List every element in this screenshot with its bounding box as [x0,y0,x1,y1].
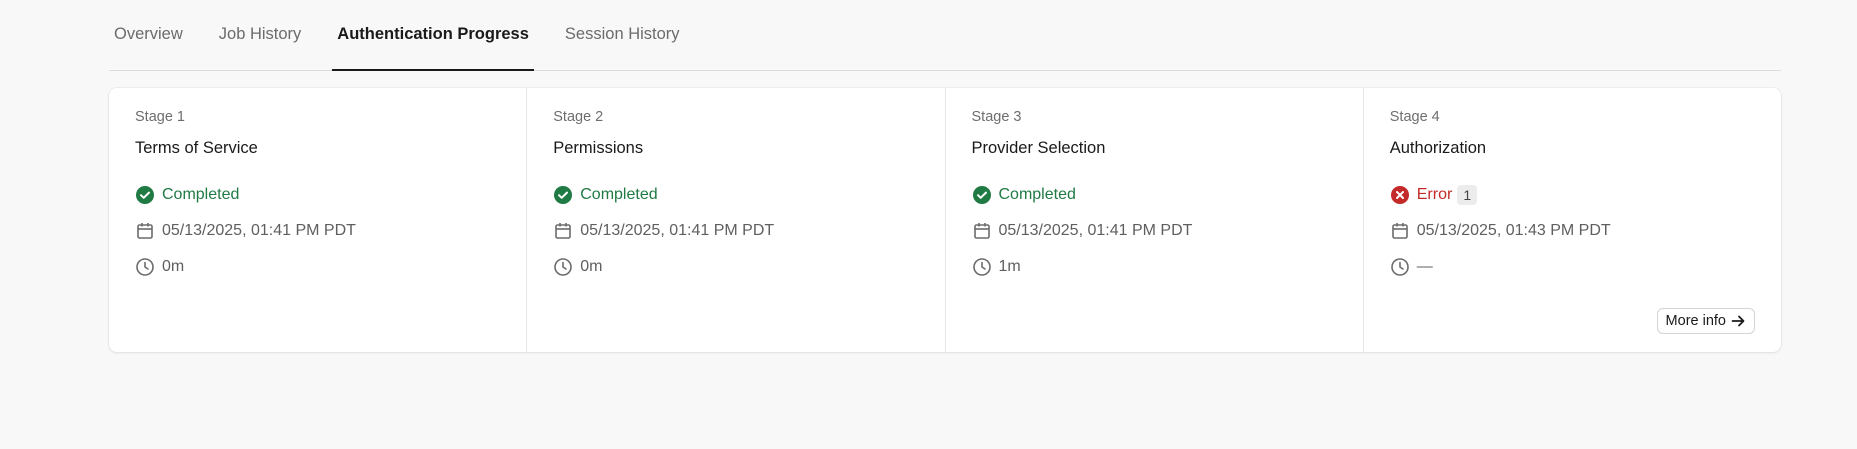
error-count-badge: 1 [1457,185,1478,205]
timestamp-text: 05/13/2025, 01:41 PM PDT [580,222,775,239]
timestamp-text: 05/13/2025, 01:41 PM PDT [998,222,1193,239]
stage-title: Terms of Service [135,139,258,157]
check-circle-icon [553,185,573,205]
calendar-icon [553,221,573,241]
stage-status: Completed [972,184,1337,206]
calendar-icon [972,221,992,241]
check-circle-icon [135,185,155,205]
stage-title: Provider Selection [971,139,1106,157]
duration-text: 0m [162,258,185,275]
stage-card: Stage 1 Terms of Service Completed 05/13… [109,88,528,352]
duration-text: 1m [998,258,1021,275]
stage-card: Stage 2 Permissions Completed 05/13/2025… [527,88,946,352]
duration-text: 0m [580,258,603,275]
status-text: Error [1416,186,1453,203]
clock-icon [553,257,573,277]
stage-status: Error 1 [1390,184,1755,206]
calendar-icon [1390,221,1410,241]
timestamp-text: 05/13/2025, 01:43 PM PDT [1416,222,1611,239]
calendar-icon [135,221,155,241]
stage-status: Completed [135,184,500,206]
more-info-button[interactable]: More info [1656,308,1755,334]
check-circle-icon [972,185,992,205]
status-text: Completed [998,186,1076,203]
tab-job-history[interactable]: Job History [214,0,307,70]
stage-timestamp: 05/13/2025, 01:41 PM PDT [135,220,500,242]
tab-authentication-progress[interactable]: Authentication Progress [332,0,534,71]
stage-timestamp: 05/13/2025, 01:43 PM PDT [1390,220,1755,242]
clock-icon [972,257,992,277]
stage-duration: 0m [553,256,918,278]
clock-icon [135,257,155,277]
stage-timestamp: 05/13/2025, 01:41 PM PDT [553,220,918,242]
stage-number: Stage 1 [135,109,185,125]
stages-card: Stage 1 Terms of Service Completed 05/13… [109,88,1781,352]
stage-timestamp: 05/13/2025, 01:41 PM PDT [972,220,1337,242]
timestamp-text: 05/13/2025, 01:41 PM PDT [162,222,356,239]
stage-title: Authorization [1389,139,1487,157]
stage-duration: — [1390,256,1755,278]
tab-bar: Overview Job History Authentication Prog… [109,0,1781,71]
stage-title: Permissions [553,139,644,157]
stage-card: Stage 4 Authorization Error 1 05/13/2025… [1364,88,1781,352]
duration-text: — [1416,258,1433,275]
status-text: Completed [580,186,658,203]
stage-status: Completed [553,184,918,206]
arrow-right-icon [1730,313,1746,329]
page: Overview Job History Authentication Prog… [109,0,1781,352]
stage-card: Stage 3 Provider Selection Completed 05/… [946,88,1364,352]
tab-overview[interactable]: Overview [109,0,188,70]
stage-duration: 1m [972,256,1337,278]
x-circle-icon [1390,185,1410,205]
stage-number: Stage 3 [971,109,1022,125]
more-info-label: More info [1665,313,1726,329]
clock-icon [1390,257,1410,277]
status-text: Completed [162,186,240,203]
tab-session-history[interactable]: Session History [560,0,685,70]
stage-duration: 0m [135,256,500,278]
stage-number: Stage 2 [553,109,604,125]
stage-number: Stage 4 [1389,109,1440,125]
